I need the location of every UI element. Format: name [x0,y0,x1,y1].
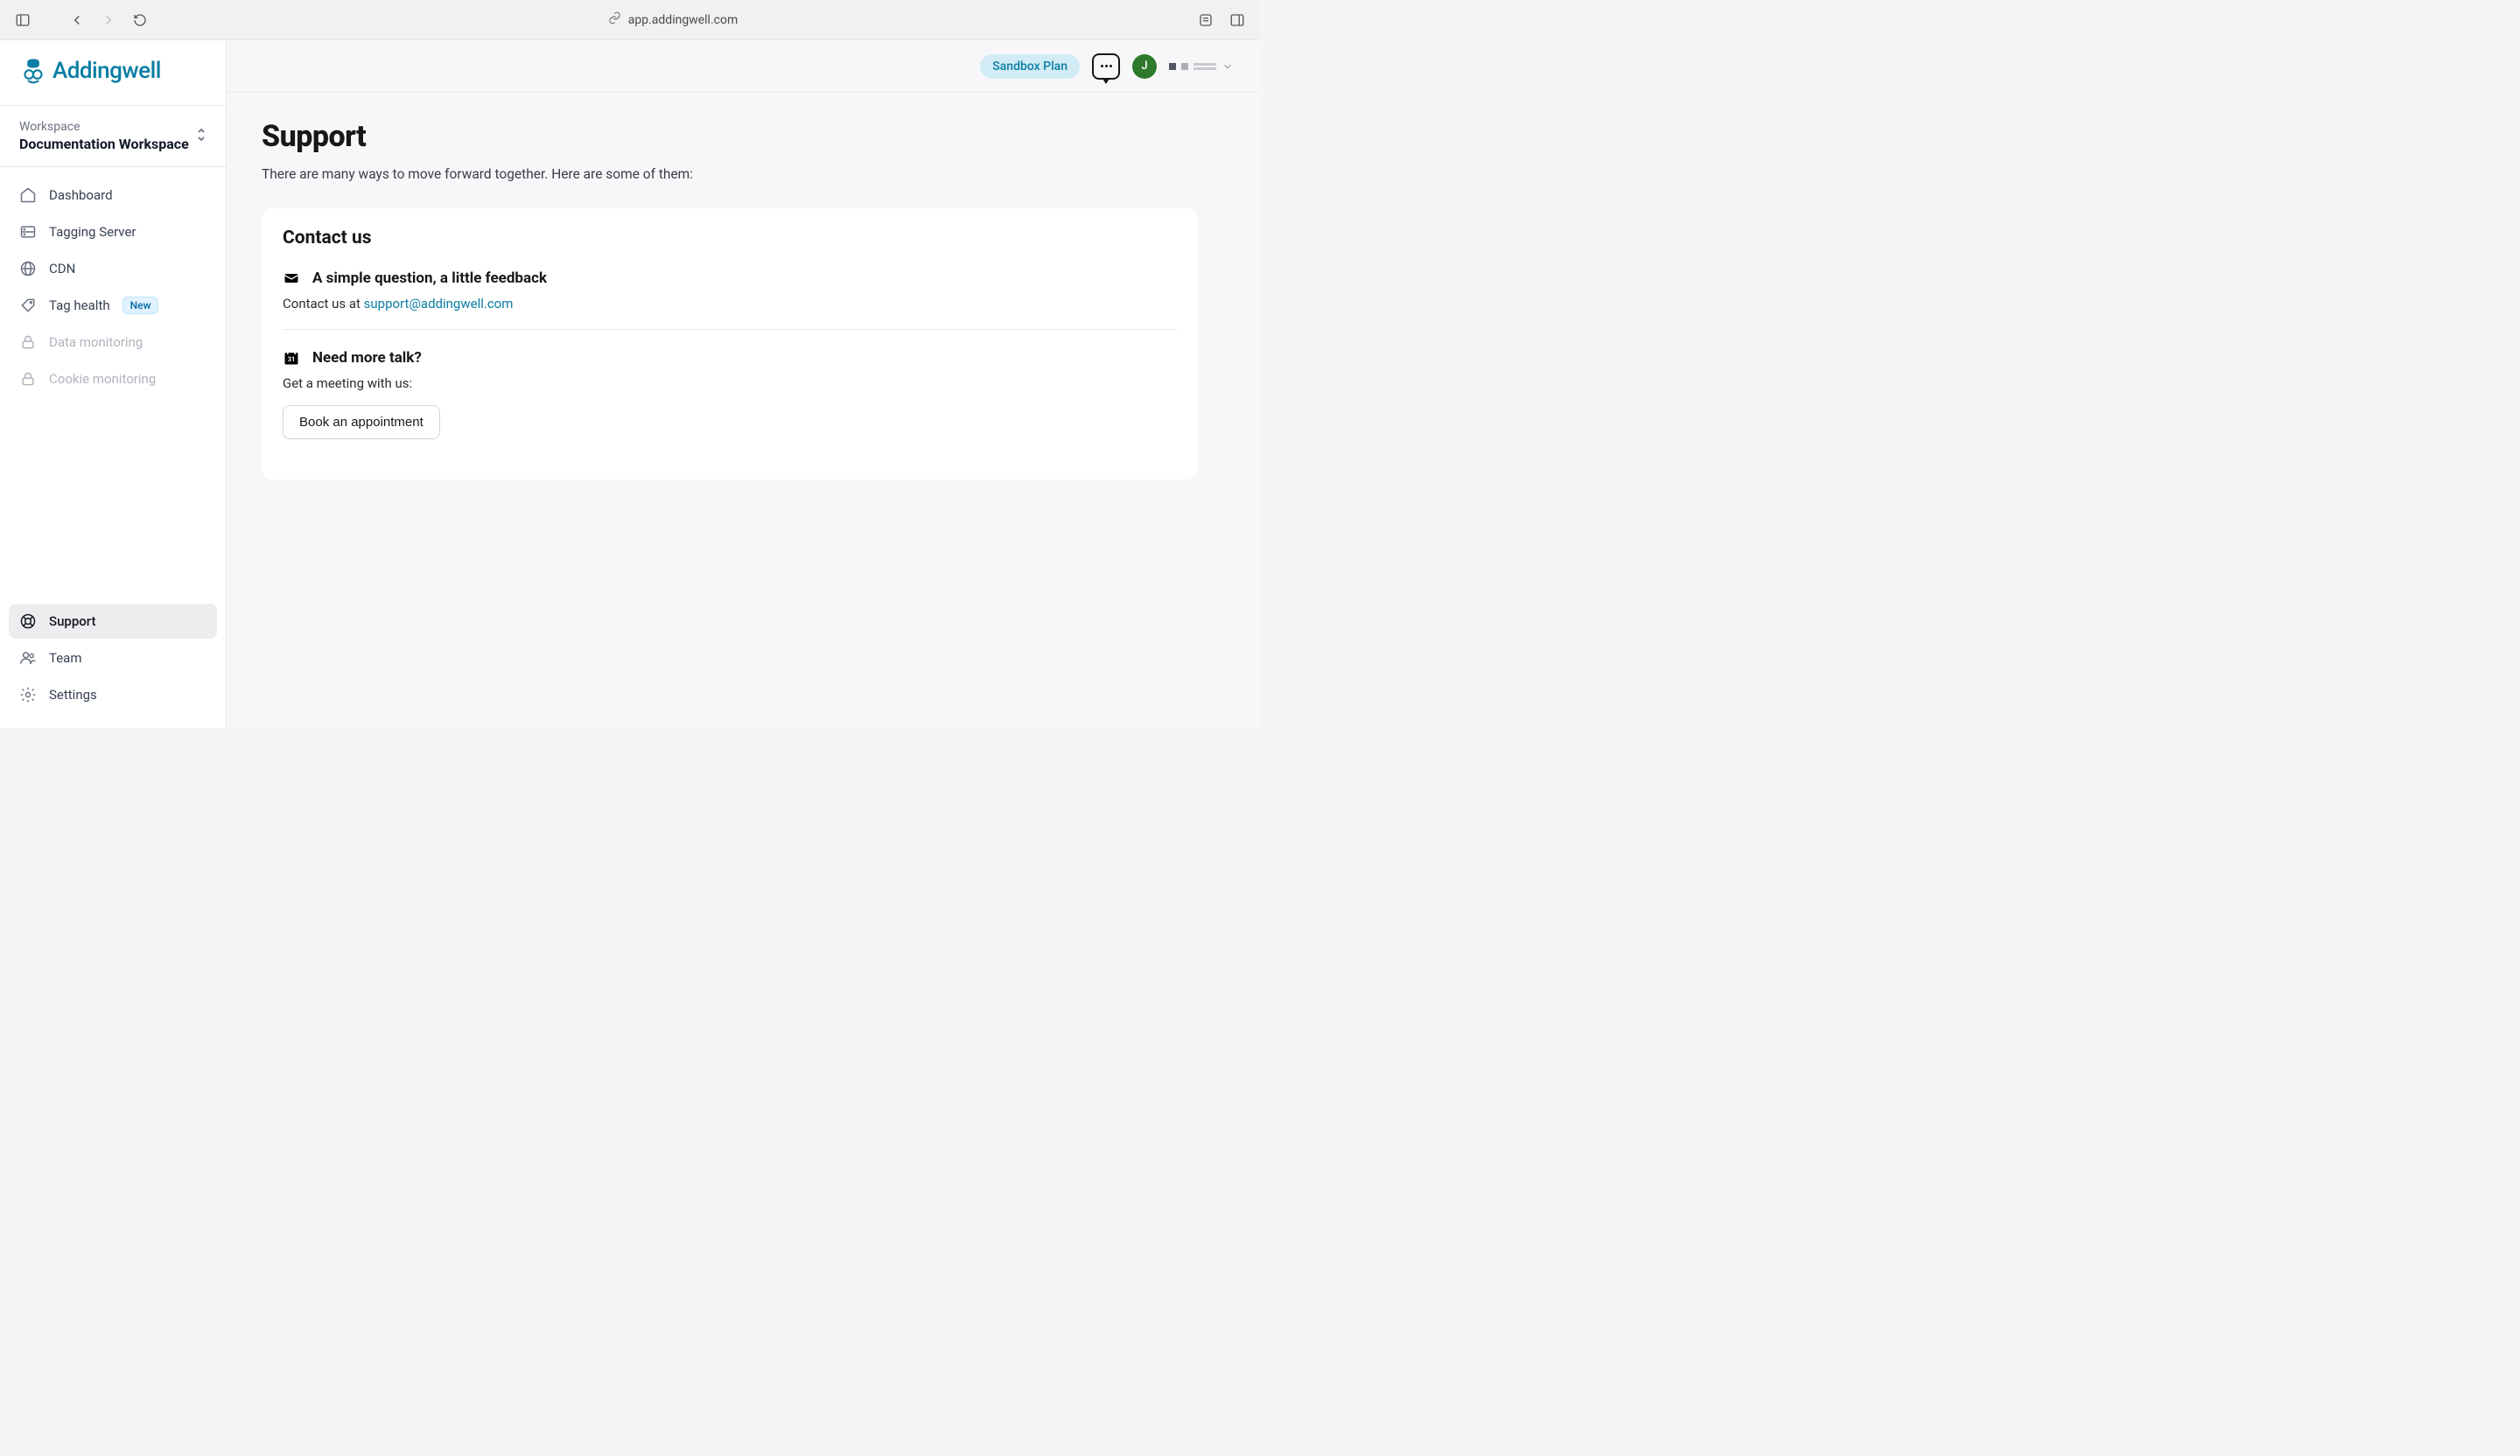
brand-logo[interactable]: Addingwell [0,40,226,106]
chat-dots-icon [1101,65,1112,67]
section-body: Get a meeting with us: [283,375,1177,391]
badge-new: New [122,297,159,314]
sidebar-item-label: Team [49,650,82,666]
sidebar: Addingwell Workspace Documentation Works… [0,40,227,728]
section-body: Contact us at support@addingwell.com [283,296,1177,312]
sidebar-item-label: Cookie monitoring [49,371,156,387]
svg-text:31: 31 [288,355,296,363]
workspace-selector[interactable]: Workspace Documentation Workspace [0,106,226,167]
page-description: There are many ways to move forward toge… [262,166,1198,182]
url-text: app.addingwell.com [628,13,738,27]
sidebar-item-label: Tagging Server [49,224,136,240]
chat-button[interactable] [1092,53,1120,80]
page-title: Support [262,119,1198,154]
sidebar-item-tagging-server[interactable]: Tagging Server [9,214,217,249]
nav-primary: Dashboard Tagging Server CDN Tag health [0,167,226,597]
lock-icon [19,333,37,351]
gear-icon [19,686,37,704]
browser-toolbar: app.addingwell.com [0,0,1260,40]
square-icon [1169,63,1176,70]
users-icon [19,649,37,667]
sidebar-item-team[interactable]: Team [9,640,217,676]
plan-badge[interactable]: Sandbox Plan [980,54,1080,79]
lifebuoy-icon [19,612,37,630]
forward-icon [96,8,121,32]
avatar[interactable]: J [1132,54,1157,79]
contact-card: Contact us A simple question, a little f… [262,208,1198,480]
card-title: Contact us [283,228,1177,248]
logo-icon [21,58,46,84]
home-icon [19,186,37,204]
url-display[interactable]: app.addingwell.com [159,11,1186,28]
sidebar-item-label: CDN [49,261,75,276]
section-title: Need more talk? [312,349,422,367]
reload-icon[interactable] [128,8,152,32]
sidebar-item-label: Settings [49,687,97,703]
panel-toggle-icon[interactable] [1225,8,1250,32]
mail-icon [283,270,300,287]
book-appointment-button[interactable]: Book an appointment [283,405,440,439]
workspace-name: Documentation Workspace [19,136,189,152]
tag-icon [19,297,37,314]
back-icon[interactable] [65,8,89,32]
calendar-icon: 31 [283,349,300,367]
lock-icon [19,370,37,388]
sidebar-toggle-icon[interactable] [10,8,35,32]
sidebar-item-label: Dashboard [49,187,113,203]
main-content: Sandbox Plan J Support There are many wa… [227,40,1260,728]
nav-secondary: Support Team Settings [0,597,226,728]
sidebar-item-cdn[interactable]: CDN [9,251,217,286]
server-icon [19,223,37,241]
contact-section-meeting: 31 Need more talk? Get a meeting with us… [283,329,1177,457]
user-menu[interactable] [1169,60,1234,73]
contact-prefix: Contact us at [283,296,364,312]
sidebar-item-cookie-monitoring[interactable]: Cookie monitoring [9,361,217,396]
workspace-label: Workspace [19,120,189,134]
sidebar-item-label: Support [49,613,95,629]
chevron-down-icon [1222,60,1234,73]
sidebar-item-tag-health[interactable]: Tag health New [9,288,217,323]
bars-icon [1194,63,1216,70]
link-icon [608,11,621,28]
brand-name: Addingwell [52,58,161,84]
section-title: A simple question, a little feedback [312,270,547,287]
chevron-updown-icon [196,127,206,146]
sidebar-item-data-monitoring[interactable]: Data monitoring [9,325,217,360]
square-icon [1181,63,1188,70]
sidebar-item-support[interactable]: Support [9,604,217,639]
sidebar-item-label: Data monitoring [49,334,143,350]
support-email-link[interactable]: support@addingwell.com [364,296,514,312]
topbar: Sandbox Plan J [227,40,1260,93]
globe-icon [19,260,37,277]
sidebar-item-settings[interactable]: Settings [9,677,217,712]
reader-icon[interactable] [1194,8,1218,32]
sidebar-item-label: Tag health [49,298,110,313]
contact-section-email: A simple question, a little feedback Con… [283,270,1177,329]
sidebar-item-dashboard[interactable]: Dashboard [9,178,217,213]
